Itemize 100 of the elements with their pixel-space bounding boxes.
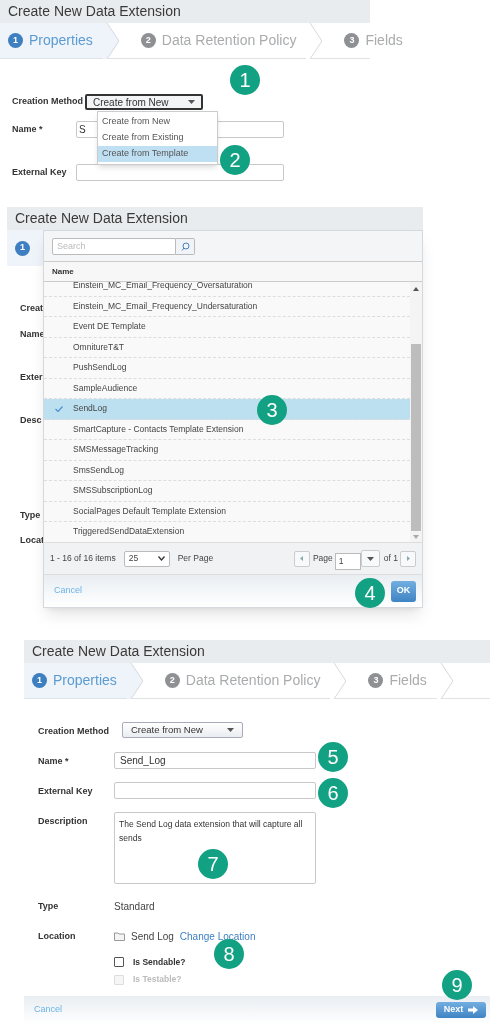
list-row[interactable]: OmnitureT&T: [44, 337, 410, 358]
row-label: Einstein_MC_Email_Frequency_Oversaturation: [73, 282, 253, 293]
scrollbar[interactable]: [410, 282, 422, 542]
dropdown[interactable]: Create from New: [122, 722, 243, 738]
field-label: Locat: [20, 534, 44, 547]
select-value: 25: [128, 552, 139, 565]
step-number: 2: [164, 673, 180, 688]
window-title: Create New Data Extension: [15, 209, 188, 228]
dropdown[interactable]: Create from New: [85, 94, 203, 110]
list-row[interactable]: Einstein_MC_Email_Frequency_Undersaturation: [44, 296, 410, 317]
search-field[interactable]: Search: [52, 237, 176, 255]
step-label: Fields: [365, 31, 403, 50]
scrollbar-thumb[interactable]: [411, 344, 421, 531]
field-label: Location: [37, 929, 77, 943]
left-arrow-icon: [300, 556, 304, 561]
row-label: SmsSendLog: [73, 463, 125, 477]
row-label: SmartCapture - Contacts Template Extension: [73, 422, 244, 436]
field-label: Type: [37, 899, 60, 913]
row-label: SMSSubscriptionLog: [73, 484, 153, 498]
page-count: of 1: [383, 552, 398, 565]
row-label: PushSendLog: [73, 361, 127, 375]
list-row[interactable]: SmartCapture - Contacts Template Extension: [44, 419, 410, 440]
per-page-select[interactable]: 25: [123, 550, 170, 567]
input-value: 1: [338, 554, 344, 568]
next-page-button[interactable]: [400, 550, 416, 567]
text-input[interactable]: Send_Log: [114, 751, 316, 769]
item-range: 1 - 16 of 16 items: [50, 552, 116, 565]
folder-icon: [114, 931, 125, 941]
field-label: Name *: [37, 754, 70, 768]
step-label: Data Retention Policy: [185, 671, 321, 690]
caret-icon: [188, 100, 195, 104]
list-row[interactable]: SampleAudience: [44, 378, 410, 399]
row-label: SendLog: [73, 402, 108, 416]
step-number: 1: [32, 673, 47, 688]
checkbox[interactable]: [114, 956, 124, 967]
step-number: 2: [140, 33, 156, 48]
menu-item[interactable]: Create from Existing: [98, 130, 217, 146]
menu-item[interactable]: Create from New: [98, 114, 217, 130]
previous-page-button[interactable]: [293, 550, 310, 567]
row-label: SocialPages Default Template Extension: [73, 504, 226, 518]
input-value: S: [79, 123, 86, 137]
field-label: Name *: [11, 122, 44, 136]
step-label: Fields: [389, 671, 427, 690]
row-label: TriggeredSendDataExtension: [73, 525, 185, 539]
caret-icon: [366, 556, 374, 561]
field-label: Creation Method: [37, 725, 110, 738]
list-row[interactable]: Event DE Template: [44, 317, 410, 338]
arrow-icon: [468, 1006, 479, 1014]
field-label: Exter: [20, 371, 43, 384]
step-number: 1: [15, 240, 30, 256]
field-label: External Key: [37, 784, 94, 798]
caret-icon: [227, 728, 234, 732]
window-title: Create New Data Extension: [8, 2, 181, 21]
row-label: SampleAudience: [73, 381, 138, 395]
checkbox-label: Is Testable?: [133, 973, 182, 986]
page-dropdown-button[interactable]: [360, 550, 380, 567]
list-row[interactable]: SmsSendLog: [44, 460, 410, 481]
search-button[interactable]: [176, 237, 195, 255]
text-input[interactable]: [114, 781, 316, 799]
step-number: 1: [8, 33, 23, 48]
checkbox-label: Is Sendable?: [133, 955, 186, 969]
field-label: Name: [20, 328, 45, 341]
column-header: Name: [52, 265, 74, 278]
field-label: Type: [20, 509, 41, 522]
list-row[interactable]: SocialPages Default Template Extension: [44, 501, 410, 522]
list-row[interactable]: TriggeredSendDataExtension: [44, 522, 410, 542]
step-label: Properties: [29, 31, 93, 50]
window-title: Create New Data Extension: [32, 642, 205, 661]
row-label: Event DE Template: [73, 320, 146, 334]
dropdown-value: Create from New: [93, 95, 169, 110]
page-input[interactable]: 1: [334, 552, 361, 570]
scroll-up-icon: [413, 287, 419, 291]
menu-item[interactable]: Create from Template: [98, 146, 217, 162]
check-icon: [54, 405, 63, 412]
field-label: Creation Method: [11, 95, 84, 109]
row-label: OmnitureT&T: [73, 340, 124, 354]
row-label: SMSMessageTracking: [73, 443, 159, 457]
list-row[interactable]: SMSSubscriptionLog: [44, 481, 410, 502]
page-label: Page: [312, 552, 333, 565]
field-label: External Key: [11, 165, 68, 179]
scroll-down-icon: [413, 535, 419, 539]
step-label: Properties: [53, 671, 117, 690]
field-label: Desc: [20, 414, 42, 427]
location-value: Send Log: [131, 929, 174, 944]
per-page-label: Per Page: [177, 552, 214, 565]
list-row[interactable]: Einstein_MC_Email_Frequency_Oversaturation: [44, 282, 410, 297]
chevron-icon: [157, 556, 165, 561]
field-label: Creat: [20, 302, 43, 315]
field-label: Description: [37, 814, 89, 828]
step-label: Data Retention Policy: [161, 31, 297, 50]
step-number: 3: [344, 33, 360, 48]
search-icon: [180, 241, 190, 251]
input-value: The Send Log data extension that will capture all sends: [119, 817, 304, 845]
right-arrow-icon: [406, 556, 410, 561]
dropdown-value: Create from New: [131, 722, 203, 737]
list-row[interactable]: PushSendLog: [44, 358, 410, 379]
row-label: Einstein_MC_Email_Frequency_Undersaturation: [73, 299, 258, 313]
step-number: 3: [368, 673, 384, 688]
list-row[interactable]: SMSMessageTracking: [44, 440, 410, 461]
input-value: Send_Log: [120, 753, 166, 768]
